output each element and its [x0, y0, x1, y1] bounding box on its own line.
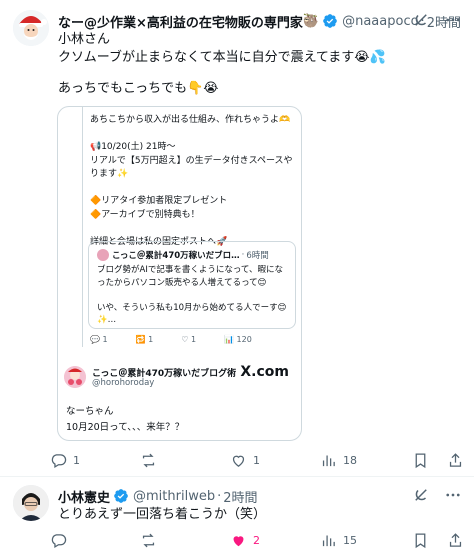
post-text-line1: 小林さん: [58, 32, 111, 47]
card-avatar: [64, 366, 86, 388]
bookmark-icon[interactable]: [412, 452, 429, 469]
heart-icon: [232, 455, 245, 467]
views-chart-icon: [322, 455, 335, 466]
person-avatar-icon: [13, 485, 49, 521]
heart-filled-icon: [233, 535, 244, 546]
nested-quoted-post[interactable]: こっこ＠累計470万稼いだブロ… · 6時間 ブログ勢がAIで記事を書くようにな…: [88, 241, 296, 329]
like-button[interactable]: 2: [230, 532, 320, 549]
author-name[interactable]: 小林憲史: [58, 487, 110, 506]
post-text: とりあえず一回落ち着こうか（笑）: [58, 507, 267, 522]
views-count: 18: [343, 453, 357, 467]
views-chart-icon: [322, 535, 335, 546]
views-button[interactable]: 15: [320, 532, 410, 549]
timestamp[interactable]: 2時間: [223, 487, 257, 506]
q-retweet: 🔁 1: [135, 335, 154, 344]
grok-icon[interactable]: [412, 11, 430, 29]
nested-dot: ·: [241, 250, 245, 260]
quoted-post-card[interactable]: あちこちから収入が出る仕組み、作れちゃうよ🫶 📢10/20(土) 21時〜 リア…: [57, 106, 302, 441]
verified-badge-icon: [323, 14, 337, 28]
header-actions: [412, 11, 462, 29]
header-actions: [412, 486, 462, 504]
verified-badge-icon: [114, 489, 128, 503]
quoted-actions: 💬 1 🔁 1 ♡ 1 📊 120: [90, 335, 298, 344]
author-handle[interactable]: @naaapoco: [342, 14, 418, 29]
author-handle[interactable]: @mithrilweb: [133, 489, 215, 504]
avatar[interactable]: [13, 485, 49, 521]
nested-header: こっこ＠累計470万稼いだブロ… · 6時間: [97, 248, 289, 262]
nested-time: 6時間: [246, 251, 269, 261]
retweet-button[interactable]: [140, 532, 230, 549]
retweet-icon: [142, 453, 155, 467]
reply-icon: [51, 453, 67, 468]
like-count: 2: [253, 533, 260, 547]
share-icon[interactable]: [447, 532, 464, 549]
reply-button[interactable]: 1: [50, 452, 140, 469]
post1-right-actions: [412, 452, 464, 469]
q-like: ♡ 1: [181, 335, 197, 344]
card-author-handle: @horohoroday: [92, 378, 155, 388]
retweet-icon: [142, 533, 155, 547]
post-header: 小林憲史 @mithrilweb · 2時間: [58, 486, 462, 506]
nested-author-name: こっこ＠累計470万稼いだブロ…: [112, 251, 240, 261]
like-button[interactable]: 1: [230, 452, 320, 469]
post2-actions: 2 15: [50, 530, 464, 550]
avatar[interactable]: [13, 10, 49, 46]
reply-count: 1: [73, 453, 80, 467]
more-options-icon[interactable]: [444, 11, 462, 29]
views-button[interactable]: 18: [320, 452, 410, 469]
post-text-line2: クソムーブが止まらなくて本当に自分で震えてます😭💦: [58, 50, 386, 65]
separator-dot: ·: [217, 488, 222, 504]
quoted-text: あちこちから収入が出る仕組み、作れちゃうよ🫶 📢10/20(土) 21時〜 リア…: [90, 115, 293, 247]
nested-avatar: [97, 249, 109, 261]
bookmark-icon[interactable]: [412, 532, 429, 549]
retweet-button[interactable]: [140, 452, 230, 469]
avatar-icon: [64, 366, 86, 388]
post1-actions: 1 1 18: [50, 450, 464, 470]
santa-avatar-icon: [13, 10, 49, 46]
reply-button[interactable]: [50, 532, 140, 549]
thread-line: [82, 107, 83, 347]
share-icon[interactable]: [447, 452, 464, 469]
xcom-brand: X.com: [240, 364, 289, 380]
views-count: 15: [343, 533, 357, 547]
grok-icon[interactable]: [412, 486, 430, 504]
post-mithrilweb[interactable]: 小林憲史 @mithrilweb · 2時間 とりあえず一回落ち着こうか（笑）: [0, 477, 474, 554]
nested-text: ブログ勢がAIで記事を書くようになって、暇になったからパソコン販売やる人増えてる…: [97, 265, 287, 325]
name-emoji: 🦥: [302, 13, 320, 29]
card-footer: こっこ＠累計470万稼いだブログ術 @horohoroday X.com なーち…: [58, 360, 301, 440]
post-naaapoco[interactable]: なー@少作業×高利益の在宅物販の専門家 🦥 @naaapoco · 2時間 小林…: [0, 0, 474, 476]
like-count: 1: [253, 453, 260, 467]
author-name[interactable]: なー@少作業×高利益の在宅物販の専門家: [58, 12, 303, 31]
card-text: なーちゃん 10月20日って、、、来年？？: [66, 406, 185, 433]
q-reply: 💬 1: [90, 335, 108, 344]
post-header: なー@少作業×高利益の在宅物販の専門家 🦥 @naaapoco · 2時間: [58, 11, 462, 31]
q-views: 📊 120: [224, 335, 252, 344]
post-text-line3: あっちでもこっちでも👇😭: [58, 81, 219, 96]
post2-right-actions: [412, 532, 464, 549]
reply-icon: [51, 533, 67, 548]
more-options-icon[interactable]: [444, 486, 462, 504]
